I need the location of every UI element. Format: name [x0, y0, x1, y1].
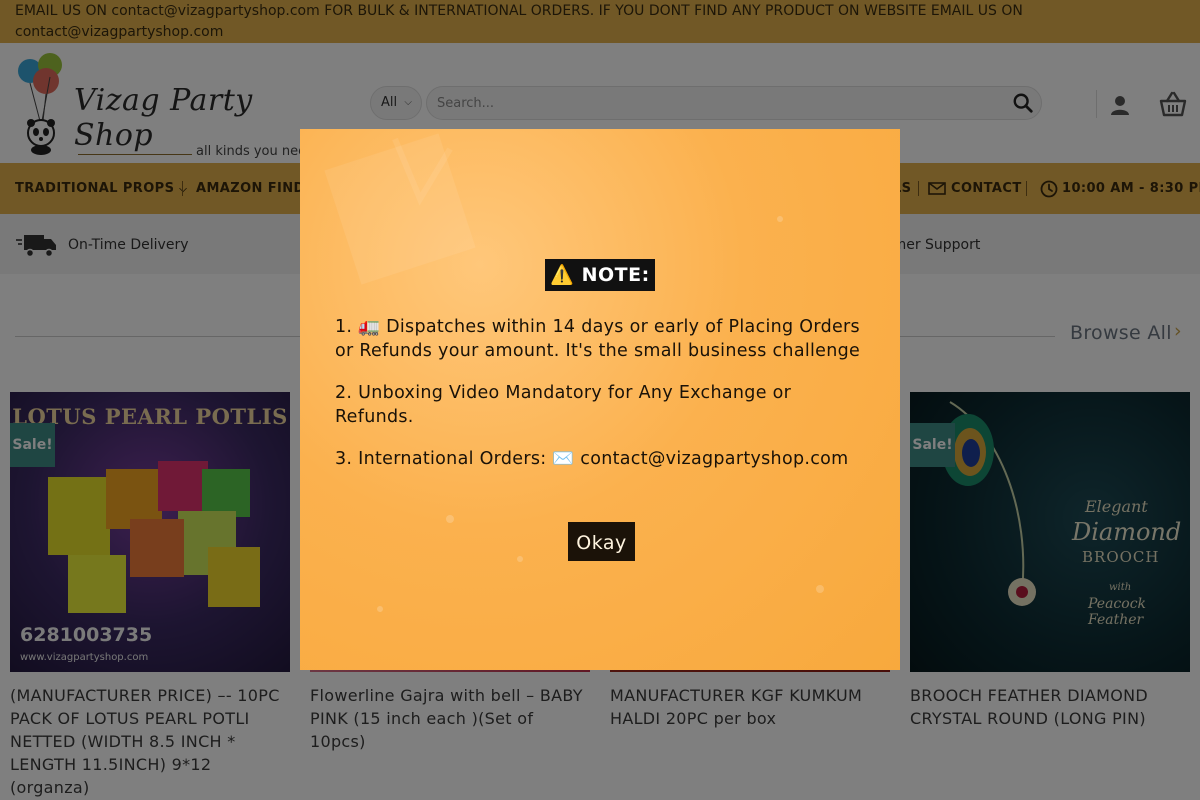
note-heading: ⚠️ NOTE:: [545, 259, 655, 291]
note-heading-label: NOTE:: [581, 264, 650, 286]
okay-button[interactable]: Okay: [568, 522, 635, 561]
warning-icon: ⚠️: [550, 264, 575, 286]
notice-modal: ⚠️ NOTE: 1. 🚛 Dispatches within 14 days …: [300, 129, 900, 670]
notice-item-dispatch: 1. 🚛 Dispatches within 14 days or early …: [335, 317, 861, 361]
notice-item-unboxing: 2. Unboxing Video Mandatory for Any Exch…: [335, 383, 792, 427]
notice-item-international: 3. International Orders: ✉️ contact@viza…: [335, 449, 849, 469]
